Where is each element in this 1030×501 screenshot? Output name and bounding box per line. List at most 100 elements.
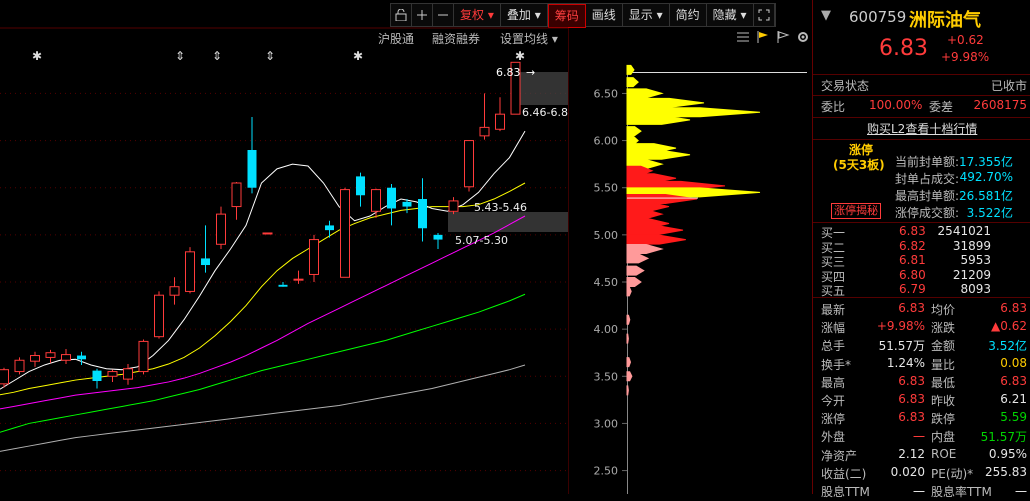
stat-row: 封单占成交: 492.70% — [813, 170, 1030, 188]
info-row: 净资产 2.12 ROE 0.95% — [813, 447, 1030, 465]
candle-body — [30, 355, 40, 362]
info-value: 3.52亿 — [988, 339, 1027, 354]
ma5-line — [0, 130, 526, 390]
info-value: 6.83 — [898, 410, 925, 425]
scroll-down-icon[interactable]: ▼ — [821, 8, 831, 23]
chip-bar — [626, 265, 645, 276]
weibi-value: 100.00% — [869, 98, 923, 112]
info-label: ROE — [931, 446, 957, 461]
separator — [813, 117, 1030, 118]
candle-body — [247, 150, 257, 188]
info-label: 金额 — [931, 339, 956, 354]
stat-label: 封单占成交: — [895, 172, 960, 186]
weicha-value: 2608175 — [973, 98, 1027, 112]
candle-body — [433, 234, 443, 240]
candle-body — [293, 278, 304, 281]
separator — [813, 74, 1030, 75]
info-value: 一 — [912, 485, 925, 499]
candle-body — [107, 371, 118, 377]
info-value: 5.59 — [1000, 410, 1027, 425]
bid-volume: 8093 — [960, 282, 991, 296]
candlestick-chart[interactable]: ✱ ⇕ ⇕ ⇕ ✱ ✱ 6.83 → 6.46-6.83 5.43-5.46 5.07-5.30 — [0, 0, 568, 494]
info-row: 最高 6.83 最低 6.83 — [813, 374, 1030, 392]
bid-volume: 2541021 — [937, 224, 991, 238]
info-value: 255.83 — [985, 464, 1027, 479]
info-value: 6.21 — [1000, 392, 1027, 406]
chip-bar — [626, 371, 633, 382]
chip-bar — [626, 234, 686, 245]
stat-label: 最高封单额: — [895, 189, 960, 203]
bid-price: 6.82 — [899, 238, 926, 253]
info-label: 量比 — [931, 357, 956, 372]
bid-price: 6.83 — [899, 224, 926, 238]
stat-row: 当前封单额: 17.355亿 — [813, 153, 1030, 171]
info-label: 净资产 — [821, 448, 858, 463]
separator — [813, 95, 1030, 96]
event-marker: ⇕ — [265, 49, 275, 63]
info-value: 51.57万 — [878, 339, 925, 354]
price-tick: 5.00 — [594, 229, 619, 242]
price-tick: 3.00 — [594, 417, 619, 430]
price-change-pct: +9.98% — [941, 50, 990, 64]
info-value: 6.83 — [898, 301, 925, 315]
chip-bar — [626, 385, 629, 396]
stock-code: 600759 — [849, 8, 907, 26]
candle-body — [92, 370, 102, 381]
info-value: 51.57万 — [980, 430, 1027, 445]
stat-row: 涨停成交额: 3.522亿 — [813, 204, 1030, 222]
separator — [813, 222, 1030, 223]
candle-body — [340, 189, 350, 278]
stat-label: 当前封单额: — [895, 155, 960, 169]
info-label: 最新 — [821, 303, 846, 317]
chip-bar — [626, 277, 642, 287]
candle-body — [231, 182, 242, 208]
status-label: 交易状态 — [821, 79, 870, 93]
info-row: 涨停 6.83 跌停 5.59 — [813, 410, 1030, 428]
l2-link[interactable]: 购买L2查看十档行情 — [867, 120, 977, 137]
stock-name: 洲际油气 — [909, 10, 981, 31]
chip-bar — [626, 357, 632, 368]
info-label: 内盘 — [931, 430, 956, 445]
arrow-icon: → — [526, 66, 535, 79]
info-label: 股息率TTM — [931, 485, 992, 499]
info-label: PE(动)* — [931, 466, 974, 481]
candle-body — [123, 368, 133, 380]
bid-price: 6.79 — [899, 282, 926, 296]
info-label: 涨幅 — [821, 321, 846, 336]
last-price: 6.83 — [879, 36, 928, 61]
info-value: 6.83 — [1000, 373, 1027, 388]
bid-volume: 5953 — [960, 253, 991, 267]
bid-volume: 21209 — [952, 267, 991, 282]
weibi-label: 委比 — [821, 100, 846, 114]
bid-volume: 31899 — [952, 238, 991, 253]
info-value: 一 — [1014, 485, 1027, 499]
candle-body — [201, 258, 210, 266]
info-label: 股息TTM — [821, 485, 870, 499]
price-tick: 6.00 — [594, 135, 619, 148]
candle-body — [448, 200, 459, 212]
chip-distribution-chart[interactable]: 6.50 6.00 5.50 5.00 4.50 4.00 3.50 3.00 2.50 — [568, 0, 810, 494]
event-marker: ✱ — [32, 49, 42, 63]
info-label: 总手 — [821, 339, 846, 354]
candle-body — [61, 354, 71, 361]
candle-body — [402, 201, 412, 207]
info-row: 外盘 一内盘 51.57万 — [813, 428, 1030, 446]
range-top-label: 6.46-6.83 — [522, 106, 568, 119]
info-row: 涨幅 +9.98% 涨跌 ▲0.62 — [813, 319, 1030, 337]
info-row: 最新 6.83 均价 6.83 — [813, 301, 1030, 319]
info-label: 外盘 — [821, 430, 846, 445]
status-row: 交易状态 已收市 — [813, 77, 1030, 95]
info-label: 最低 — [931, 375, 956, 390]
info-label: 跌停 — [931, 412, 956, 427]
ma60-line — [0, 293, 526, 433]
l2-row: 购买L2查看十档行情 — [813, 120, 1030, 138]
candle-body — [371, 189, 381, 212]
info-label: 收益(二) — [821, 466, 867, 481]
price-change: +0.62 — [947, 33, 984, 47]
info-value: 一 — [912, 430, 925, 445]
chip-bar — [626, 286, 632, 297]
bid-price: 6.81 — [899, 253, 926, 267]
info-value: 0.020 — [890, 464, 925, 479]
stat-value: 17.355亿 — [959, 155, 1013, 169]
info-value: ▲0.62 — [991, 319, 1027, 334]
